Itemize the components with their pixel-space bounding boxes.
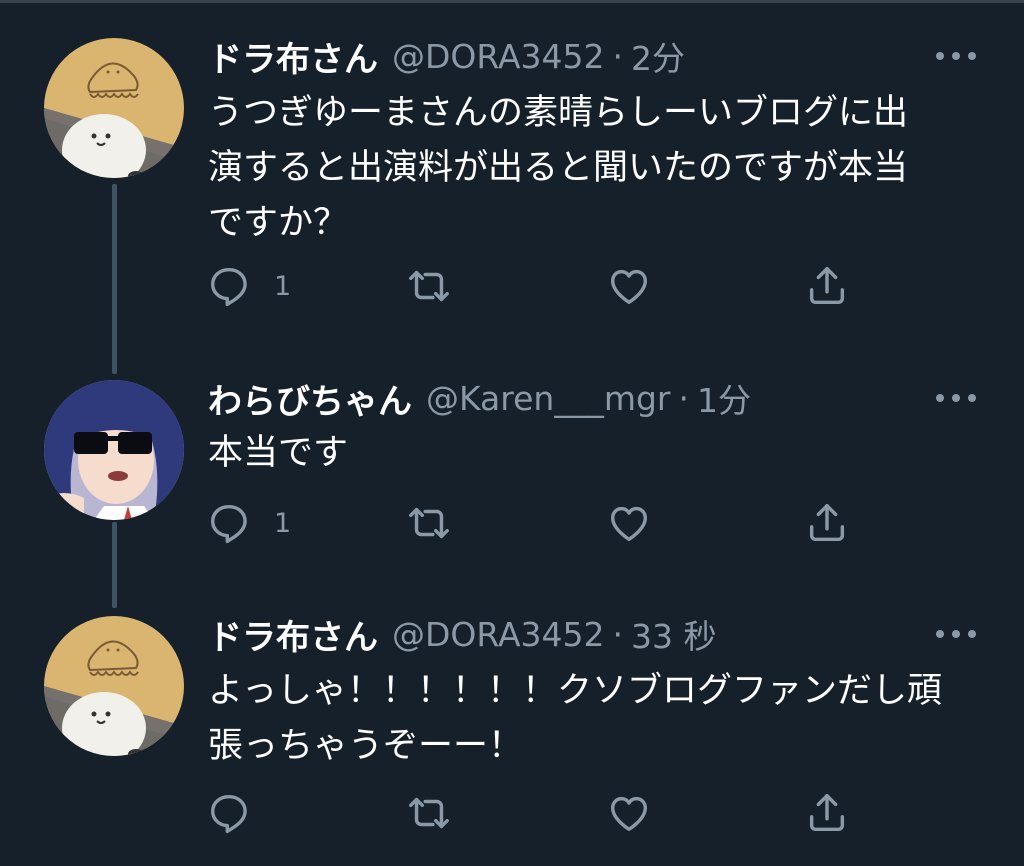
heart-icon — [610, 506, 648, 542]
like-button[interactable] — [606, 500, 652, 546]
retweet-button[interactable] — [406, 263, 452, 309]
retweet-icon — [409, 270, 449, 302]
reply-button[interactable]: 1 — [206, 263, 291, 309]
heart-icon — [610, 796, 648, 832]
reply-icon — [210, 794, 247, 834]
separator-dot: · — [612, 36, 624, 76]
more-options-icon[interactable] — [936, 386, 976, 410]
timestamp[interactable]: 33 秒 — [631, 610, 716, 658]
user-handle[interactable]: @DORA3452 — [392, 615, 605, 654]
like-button[interactable] — [606, 790, 652, 836]
tweet-text: 本当です — [208, 433, 349, 473]
share-icon — [809, 504, 845, 542]
separator-dot: · — [678, 378, 690, 418]
avatar[interactable] — [44, 380, 184, 520]
more-options-icon[interactable] — [936, 622, 976, 646]
share-button[interactable] — [804, 790, 850, 836]
tweet-text: よっしゃ！！！！！！クソブログファンだし頑 張っちゃうぞーー！ — [208, 671, 942, 766]
avatar[interactable] — [44, 38, 184, 178]
display-name[interactable]: ドラ布さん — [208, 610, 378, 659]
tweet-text: うつぎゆーまさんの素晴らしーいブログに出 演すると出演料が出ると聞いたのですが本… — [208, 93, 909, 243]
like-button[interactable] — [606, 263, 652, 309]
timestamp[interactable]: 1分 — [697, 374, 751, 422]
tweet[interactable]: ドラ布さん @DORA3452 · 33 秒 よっしゃ！！！！！！クソブログファ… — [0, 608, 1024, 866]
reply-count: 1 — [274, 270, 292, 302]
avatar[interactable] — [44, 616, 184, 756]
reply-button[interactable]: 1 — [206, 500, 291, 546]
reply-icon — [210, 504, 247, 544]
share-icon — [809, 794, 845, 832]
tweet[interactable]: わらびちゃん @Karen___mgr · 1分 本当です 1 — [0, 372, 1024, 572]
share-button[interactable] — [804, 263, 850, 309]
user-handle[interactable]: @DORA3452 — [392, 37, 605, 76]
timestamp[interactable]: 2分 — [631, 32, 685, 80]
top-divider — [0, 0, 1024, 3]
reply-count: 1 — [274, 507, 292, 539]
share-icon — [809, 267, 845, 305]
tweet-header: わらびちゃん @Karen___mgr · 1分 — [208, 372, 751, 424]
reply-icon — [210, 267, 247, 307]
more-options-icon[interactable] — [936, 44, 976, 68]
tweet-header: ドラ布さん @DORA3452 · 33 秒 — [208, 608, 717, 660]
tweet[interactable]: ドラ布さん @DORA3452 · 2分 うつぎゆーまさんの素晴らしーいブログに… — [0, 30, 1024, 340]
tweet-actions: 1 — [206, 263, 866, 309]
retweet-icon — [409, 797, 449, 829]
reply-button[interactable] — [206, 790, 274, 836]
tweet-header: ドラ布さん @DORA3452 · 2分 — [208, 30, 685, 82]
share-button[interactable] — [804, 500, 850, 546]
separator-dot: · — [612, 614, 624, 654]
retweet-icon — [409, 507, 449, 539]
heart-icon — [610, 269, 648, 305]
user-handle[interactable]: @Karen___mgr — [426, 379, 671, 418]
display-name[interactable]: わらびちゃん — [208, 374, 412, 423]
display-name[interactable]: ドラ布さん — [208, 32, 378, 81]
tweet-actions — [206, 790, 866, 836]
tweet-actions: 1 — [206, 500, 866, 546]
retweet-button[interactable] — [406, 790, 452, 836]
retweet-button[interactable] — [406, 500, 452, 546]
